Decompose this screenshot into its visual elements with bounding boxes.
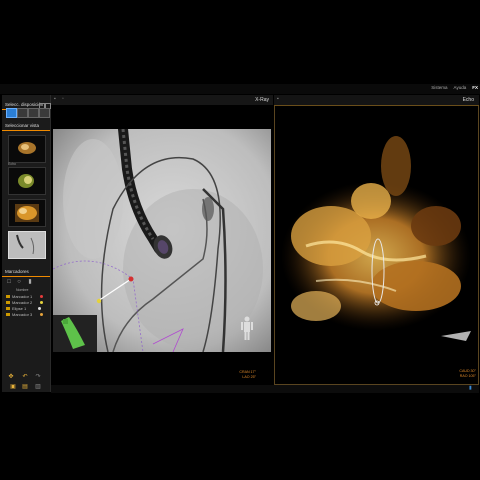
echo-3d-thumbnail — [15, 204, 39, 222]
marker-color-dot — [40, 313, 44, 316]
layout-single-button[interactable] — [6, 108, 17, 118]
marker-label: Marcador 1 — [12, 294, 33, 299]
echo-angle-secondary: RAO 105° — [459, 373, 476, 378]
export-icon[interactable]: ▥ — [35, 384, 41, 390]
markers-column-header: Nombre — [16, 288, 29, 292]
xray-thumbnail — [9, 232, 45, 258]
thumbnail-label-echo: Echo — [8, 162, 16, 166]
heart-3d-thumbnail — [18, 142, 36, 154]
folder-icon — [6, 301, 10, 304]
marker-row-1[interactable]: Marcador 1 — [6, 294, 44, 299]
sidebar: Selecc. disposición Seleccionar vista Ec… — [2, 95, 51, 392]
marker-row-2[interactable]: Marcador 2 — [6, 300, 44, 305]
marker-red[interactable] — [128, 276, 134, 282]
marker-yellow[interactable] — [96, 298, 102, 304]
ellipse-tool-icon[interactable]: ○ — [16, 279, 22, 285]
marker-label: Marcador 2 — [12, 300, 33, 305]
xray-panel-header: ▪ ▫ X-Ray — [51, 95, 273, 105]
save-icon[interactable]: ▤ — [22, 384, 28, 390]
view-thumbnail-xray[interactable] — [8, 231, 46, 259]
layout-grid-button[interactable] — [39, 108, 50, 118]
menu-sistema[interactable]: Sistema — [431, 85, 447, 90]
markers-section-title: Marcadores — [5, 269, 29, 274]
view-section-title: Seleccionar vista — [5, 123, 40, 128]
xray-angle-primary: CRAN 17° — [239, 370, 256, 374]
view-thumbnail-1[interactable] — [8, 135, 46, 163]
camera-icon[interactable]: ▣ — [10, 384, 16, 390]
bottom-status-bar: ▮ — [51, 385, 479, 393]
marker-row-3[interactable]: Elipse 1 — [6, 306, 42, 311]
delete-marker-icon[interactable]: ▮ — [27, 279, 33, 285]
marker-label: Elipse 1 — [12, 306, 27, 311]
marker-color-dot — [40, 295, 44, 298]
folder-icon — [6, 295, 10, 298]
add-marker-icon[interactable]: □ — [6, 279, 12, 285]
panel-settings-icon[interactable]: ▫ — [62, 97, 67, 102]
echo-panel-title: Echo — [462, 97, 474, 103]
status-indicator-icon: ▮ — [469, 385, 472, 391]
echo-thumbnail — [18, 174, 34, 188]
xray-angle-secondary: LAO 25° — [242, 374, 256, 379]
menu-ayuda[interactable]: Ayuda — [454, 85, 467, 90]
section-divider — [2, 276, 50, 277]
xray-panel-title: X-Ray — [255, 97, 269, 103]
echo-angle-readout: CAUD 30° RAO 105° — [454, 369, 476, 378]
undo-icon[interactable]: ↶ — [22, 374, 28, 380]
section-divider — [2, 130, 50, 131]
redo-icon[interactable]: ↷ — [35, 374, 41, 380]
menu-fx[interactable]: FX — [472, 85, 478, 90]
view-thumbnail-3[interactable] — [8, 199, 46, 227]
echo-3d-image[interactable] — [276, 106, 476, 378]
folder-icon — [6, 313, 10, 316]
move-icon[interactable]: ✥ — [8, 374, 14, 380]
marker-row-4[interactable]: Marcador 3 — [6, 312, 44, 317]
xray-angle-readout: CRAN 17° LAO 25° — [236, 370, 256, 379]
layout-dual-button[interactable] — [17, 108, 28, 118]
layout-quad-button[interactable] — [28, 108, 39, 118]
view-thumbnail-2[interactable] — [8, 167, 46, 195]
marker-color-dot — [38, 307, 42, 310]
folder-icon — [6, 307, 10, 310]
echo-panel-header: ▪ Echo — [274, 95, 479, 106]
panel-menu-icon[interactable]: ▪ — [54, 97, 59, 102]
marker-color-dot — [40, 301, 44, 304]
layout-section-title: Selecc. disposición — [5, 102, 44, 107]
top-strip — [0, 84, 480, 94]
panel-menu-icon[interactable]: ▪ — [277, 97, 282, 102]
top-menu: Sistema Ayuda FX — [431, 85, 478, 90]
xray-fluoroscopy-image[interactable] — [53, 129, 271, 352]
marker-label: Marcador 3 — [12, 312, 33, 317]
